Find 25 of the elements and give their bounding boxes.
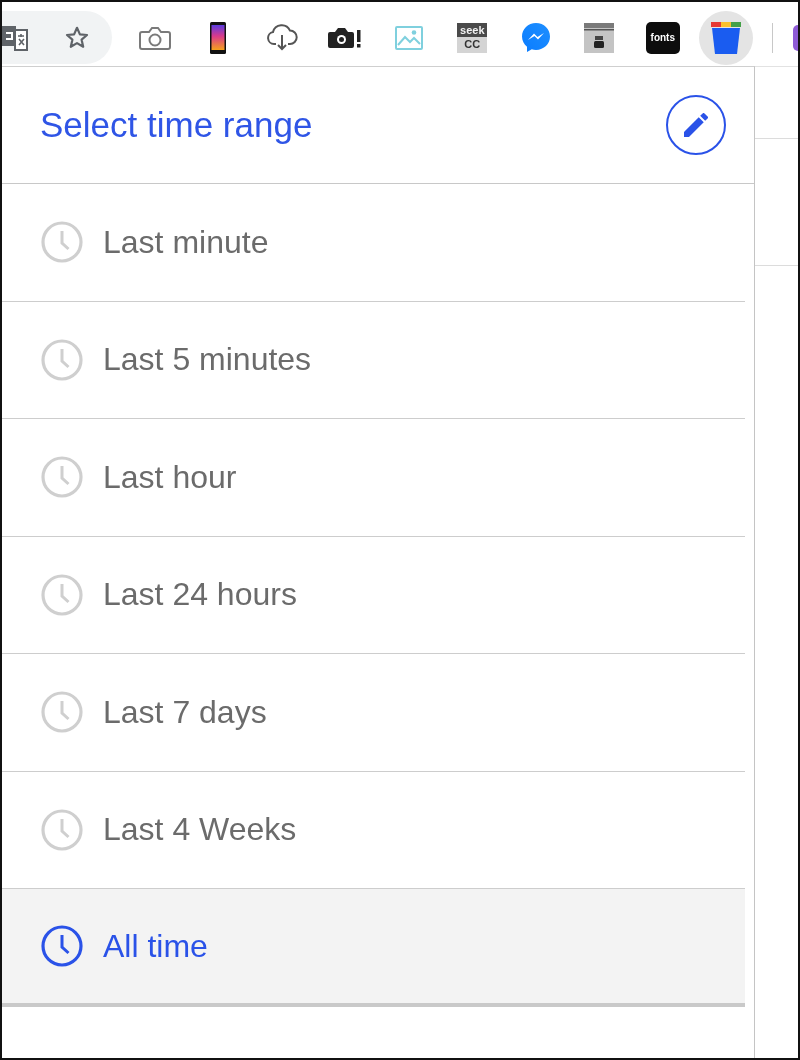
image-icon	[394, 25, 423, 50]
clock-icon	[41, 221, 83, 264]
cloud-download-icon	[265, 23, 298, 52]
time-range-option[interactable]: All time	[2, 889, 745, 1003]
clock-icon	[41, 338, 83, 381]
star-icon[interactable]	[65, 26, 89, 49]
edit-button[interactable]	[666, 95, 726, 155]
clock-icon	[41, 808, 83, 851]
phone-icon	[210, 21, 227, 54]
camera-exclamation-icon	[328, 26, 363, 49]
clock-icon	[41, 573, 83, 616]
extension-button[interactable]: seek CC	[457, 22, 488, 53]
clock-icon	[41, 691, 83, 734]
pencil-icon	[684, 113, 708, 137]
camera-icon	[138, 24, 171, 51]
clock-icon	[41, 925, 83, 967]
extension-button[interactable]: fonts	[645, 21, 680, 54]
chat-bubble-icon	[520, 22, 551, 53]
address-bar[interactable]	[2, 11, 113, 64]
avatar-icon[interactable]	[793, 24, 798, 51]
translate-icon[interactable]	[2, 24, 28, 51]
bucket-icon	[711, 21, 742, 54]
folder-icon	[584, 22, 615, 53]
clock-icon	[41, 456, 83, 499]
popup-title: Select time range	[40, 105, 313, 145]
